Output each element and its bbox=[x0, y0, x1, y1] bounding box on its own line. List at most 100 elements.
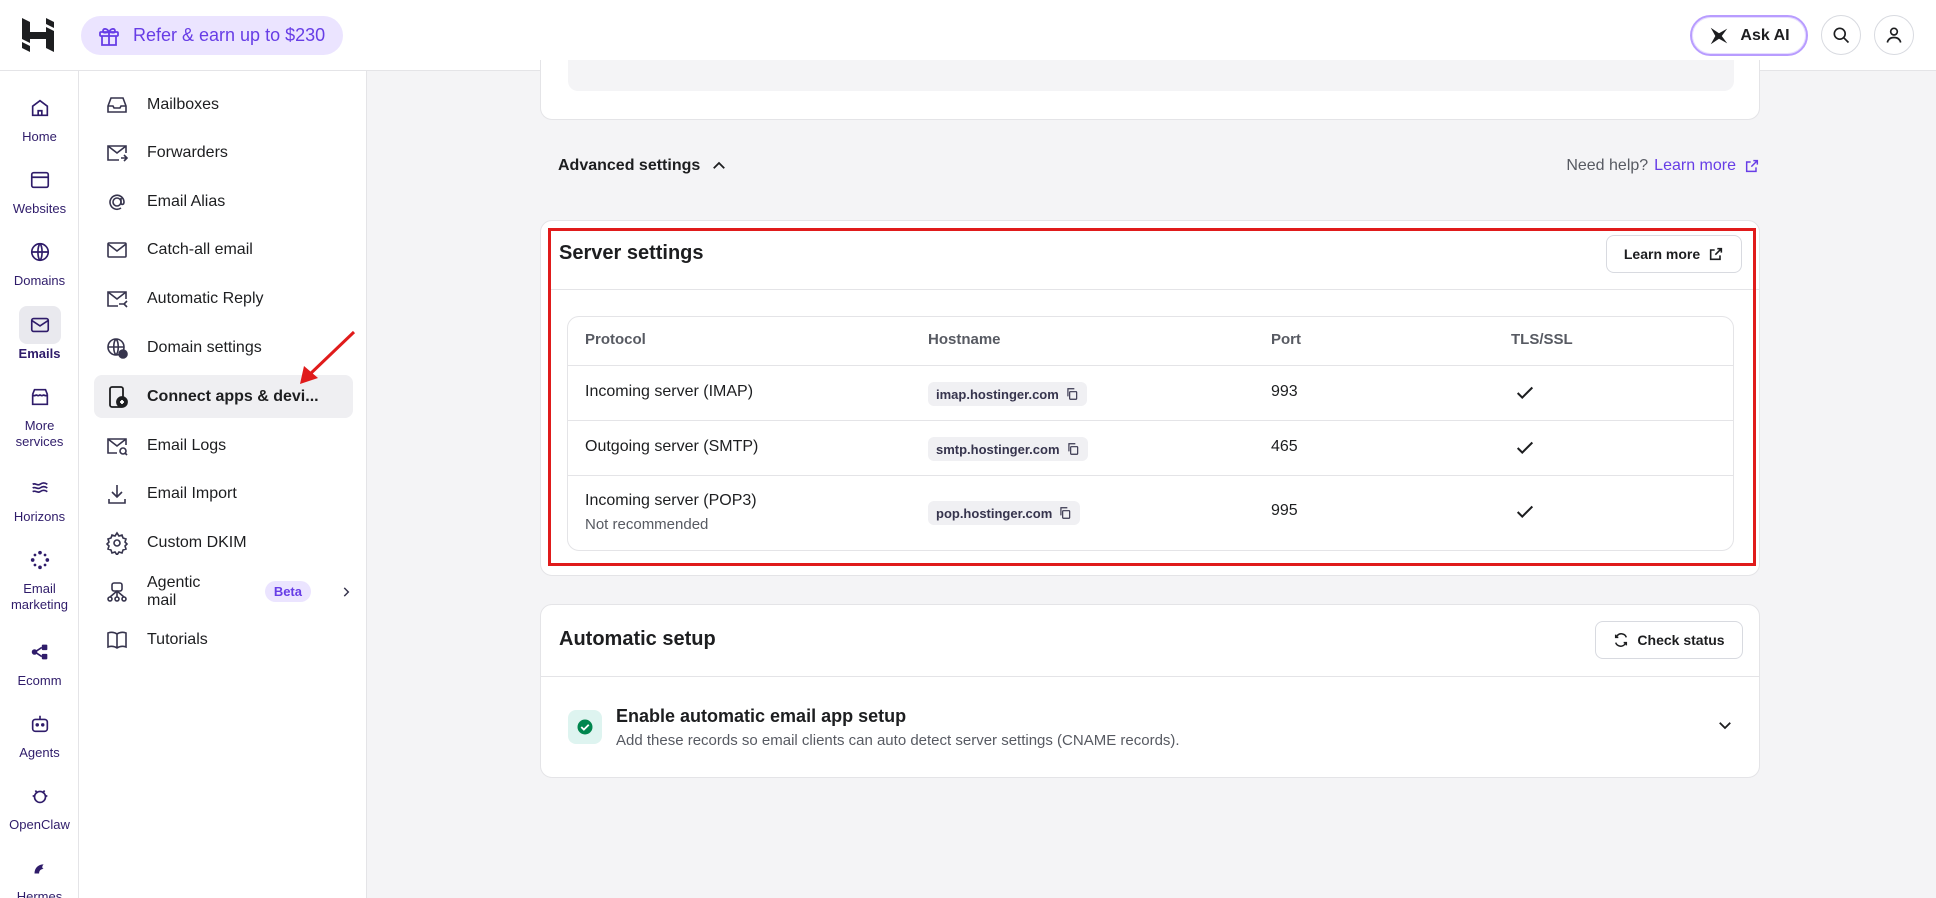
rail-item-hermes[interactable]: Hermes bbox=[0, 849, 79, 898]
promo-label: Refer & earn up to $230 bbox=[133, 25, 326, 45]
user-icon bbox=[1886, 27, 1902, 43]
sidebar-item-label: Tutorials bbox=[147, 630, 208, 648]
refresh-icon bbox=[1615, 633, 1628, 647]
sparkle-icon bbox=[1711, 27, 1728, 44]
sidebar-item-automatic-reply[interactable]: Automatic Reply bbox=[94, 277, 353, 320]
ecommerce-icon bbox=[31, 644, 47, 660]
rail-item-horizons[interactable]: Horizons bbox=[0, 469, 79, 525]
sidebar-item-label: Connect apps & devi... bbox=[147, 387, 319, 405]
highlight-box bbox=[548, 228, 1756, 566]
chevron-right-icon bbox=[343, 586, 350, 597]
hermes-icon bbox=[34, 864, 44, 874]
rail-label: Hermes bbox=[16, 889, 63, 898]
referral-promo-button[interactable]: Refer & earn up to $230 bbox=[81, 16, 344, 55]
mail-reply-icon bbox=[107, 290, 128, 308]
rail-label: More services bbox=[15, 418, 64, 449]
sidebar-item-catch-all[interactable]: Catch-all email bbox=[94, 228, 353, 271]
help-text: Need help? Learn more bbox=[1566, 157, 1760, 175]
download-icon bbox=[108, 484, 126, 504]
chevron-down-icon[interactable] bbox=[1716, 716, 1734, 734]
globe-icon bbox=[30, 242, 49, 262]
hostinger-logo[interactable] bbox=[22, 18, 54, 52]
email-sidebar: Mailboxes Forwarders Email Alias Catch-a… bbox=[79, 71, 367, 898]
check-circle-icon bbox=[577, 719, 593, 735]
previous-section-inner bbox=[568, 60, 1734, 91]
learn-more-link[interactable]: Learn more bbox=[1654, 157, 1760, 175]
sidebar-item-label: Automatic Reply bbox=[147, 289, 264, 307]
annotation-arrow bbox=[300, 330, 356, 384]
automatic-setup-title: Automatic setup bbox=[559, 628, 716, 650]
mail-search-icon bbox=[107, 437, 128, 456]
sidebar-item-email-import[interactable]: Email Import bbox=[94, 472, 353, 515]
divider bbox=[541, 676, 1759, 677]
advanced-settings-toggle[interactable]: Advanced settings bbox=[558, 157, 728, 175]
external-link-icon bbox=[1745, 159, 1759, 173]
sidebar-item-label: Email Alias bbox=[147, 192, 226, 210]
rail-item-ecomm[interactable]: Ecomm bbox=[0, 633, 79, 689]
primary-nav-rail: Home Websites Domains Emails More servic… bbox=[0, 71, 79, 898]
sidebar-item-tutorials[interactable]: Tutorials bbox=[94, 618, 353, 661]
mail-forward-icon bbox=[107, 144, 129, 162]
claw-icon bbox=[32, 790, 47, 804]
beta-badge: Beta bbox=[264, 581, 311, 602]
rail-label: Websites bbox=[12, 201, 67, 216]
search-icon bbox=[1833, 27, 1850, 44]
previous-section-card bbox=[540, 60, 1760, 120]
home-icon bbox=[31, 99, 48, 117]
device-add-icon bbox=[109, 385, 128, 408]
check-status-button[interactable]: Check status bbox=[1595, 621, 1743, 659]
envelope-icon bbox=[107, 241, 127, 258]
chevron-up-icon bbox=[713, 161, 726, 169]
sidebar-item-agentic-mail[interactable]: Agentic mail Beta bbox=[94, 570, 353, 613]
rail-label: Agents bbox=[19, 745, 60, 760]
rail-item-domains[interactable]: Domains bbox=[0, 233, 79, 289]
sidebar-item-label: Domain settings bbox=[147, 338, 262, 356]
need-help-label: Need help? bbox=[1566, 157, 1649, 174]
gift-icon bbox=[99, 27, 119, 46]
at-sign-icon bbox=[109, 193, 125, 210]
sidebar-item-forwarders[interactable]: Forwarders bbox=[94, 131, 353, 174]
rail-item-home[interactable]: Home bbox=[0, 89, 79, 145]
automatic-setup-card bbox=[540, 604, 1760, 778]
check-status-label: Check status bbox=[1637, 632, 1725, 648]
ask-ai-button[interactable]: Ask AI bbox=[1690, 15, 1808, 56]
rail-label: OpenClaw bbox=[9, 817, 70, 832]
store-icon bbox=[31, 388, 48, 406]
advanced-settings-label: Advanced settings bbox=[558, 157, 701, 174]
book-icon bbox=[107, 631, 127, 649]
sidebar-item-label: Agentic mail bbox=[147, 573, 201, 609]
account-button[interactable] bbox=[1874, 15, 1914, 55]
sidebar-item-label: Email Logs bbox=[147, 436, 227, 454]
email-marketing-icon bbox=[30, 550, 49, 570]
rail-label: Home bbox=[22, 129, 57, 144]
auto-setup-item-title: Enable automatic email app setup bbox=[616, 706, 907, 726]
globe-settings-icon bbox=[107, 337, 128, 359]
gear-icon bbox=[105, 531, 129, 555]
learn-more-link-label: Learn more bbox=[1654, 157, 1736, 174]
robot-icon bbox=[31, 715, 48, 733]
sidebar-item-label: Forwarders bbox=[147, 143, 228, 161]
browser-window-icon bbox=[30, 171, 49, 189]
rail-label: Horizons bbox=[13, 509, 66, 524]
search-button[interactable] bbox=[1821, 15, 1861, 55]
enabled-badge bbox=[568, 710, 602, 744]
rail-item-emails[interactable]: Emails bbox=[0, 306, 79, 362]
sidebar-item-custom-dkim[interactable]: Custom DKIM bbox=[94, 521, 353, 564]
sidebar-item-label: Email Import bbox=[147, 484, 237, 502]
rail-label: Email marketing bbox=[10, 581, 69, 612]
rail-item-email-marketing[interactable]: Email marketing bbox=[0, 541, 79, 613]
sidebar-item-email-logs[interactable]: Email Logs bbox=[94, 424, 353, 467]
agent-mail-icon bbox=[107, 581, 127, 602]
mail-icon bbox=[30, 317, 49, 333]
rail-item-websites[interactable]: Websites bbox=[0, 161, 79, 217]
auto-setup-item-description: Add these records so email clients can a… bbox=[616, 732, 1180, 749]
rail-item-openclaw[interactable]: OpenClaw bbox=[0, 777, 79, 833]
sidebar-item-mailboxes[interactable]: Mailboxes bbox=[94, 83, 353, 126]
sidebar-item-email-alias[interactable]: Email Alias bbox=[94, 180, 353, 223]
sidebar-item-label: Catch-all email bbox=[147, 240, 253, 258]
rail-item-agents[interactable]: Agents bbox=[0, 705, 79, 761]
horizons-icon bbox=[31, 482, 48, 494]
rail-label: Domains bbox=[13, 273, 66, 288]
rail-item-more-services[interactable]: More services bbox=[0, 378, 79, 450]
rail-label: Emails bbox=[18, 346, 61, 361]
